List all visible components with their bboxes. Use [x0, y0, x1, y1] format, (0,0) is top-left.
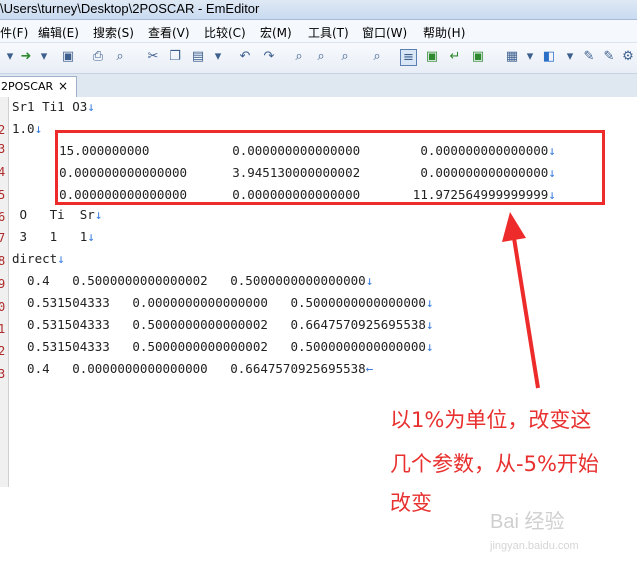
annotation-line: 以1%为单位，改变这	[390, 408, 592, 432]
annotation-line: 改变	[390, 491, 432, 515]
arrow-shaft	[512, 237, 540, 389]
arrow-head	[502, 212, 526, 242]
watermark-logo: Bai 经验	[490, 511, 565, 533]
annotation-line: 几个参数，从-5%开始	[390, 452, 599, 476]
arrow-annotation	[502, 212, 540, 389]
watermark-url: jingyan.baidu.com	[490, 540, 579, 552]
